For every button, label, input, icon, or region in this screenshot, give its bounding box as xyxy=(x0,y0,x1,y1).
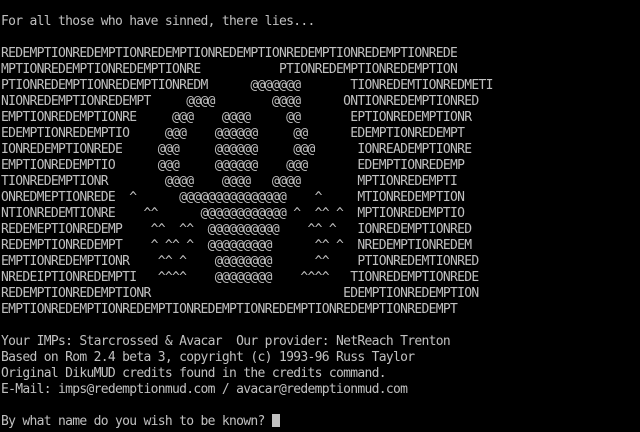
banner-line: IONREDEMPTIONREDE @@@ @@@@@@ @@@ IONREAD… xyxy=(1,142,472,157)
credits-line: Original DikuMUD credits found in the cr… xyxy=(1,366,387,381)
banner-line: NREDEIPTIONREDEMPTI ^^^^ @@@@@@@@ ^^^^ T… xyxy=(1,270,479,285)
intro-line: For all those who have sinned, there lie… xyxy=(1,14,315,29)
credits-line: E-Mail: imps@redemptionmud.com / avacar@… xyxy=(1,382,408,397)
banner-line: REDEMPTIONREDEMPTIONR EDEMPTIONREDEMPTIO… xyxy=(1,286,479,301)
banner-line: EMPTIONREDEMPTIO @@@ @@@@@@ @@@ EDEMPTIO… xyxy=(1,158,465,173)
banner-line: ONREDMEPTIONREDE ^ @@@@@@@@@@@@@@@ ^ MTI… xyxy=(1,190,465,205)
banner-line: NIONREDEMPTIONREDEMPT @@@@ @@@@ ONTIONRE… xyxy=(1,94,479,109)
banner-line: MPTIONREDEMPTIONREDEMPTIONRE PTIONREDEMP… xyxy=(1,62,458,77)
name-prompt[interactable]: By what name do you wish to be known? xyxy=(1,414,280,430)
banner-line: EDEMPTIONREDEMPTIO @@@ @@@@@@ @@ EDEMPTI… xyxy=(1,126,465,141)
credits-line: Based on Rom 2.4 beta 3, copyright (c) 1… xyxy=(1,350,415,365)
terminal-screen[interactable]: For all those who have sinned, there lie… xyxy=(0,0,640,432)
banner-line: EMPTIONREDEMPTIONRE @@@ @@@@ @@ EPTIONRE… xyxy=(1,110,472,125)
banner-line: REDEMPTIONREDEMPT ^ ^^ ^ @@@@@@@@@ ^^ ^ … xyxy=(1,238,472,253)
banner-line: TIONREDEMPTIONR @@@@ @@@@ @@@@ MPTIONRED… xyxy=(1,174,458,189)
banner-line: EMPTIONREDEMPTIONREDEMPTIONREDEMPTIONRED… xyxy=(1,302,458,317)
banner-line: NTIONREDEMTIONRE ^^ @@@@@@@@@@@@ ^ ^^ ^ … xyxy=(1,206,465,221)
banner-line: REDEMEPTIONREDEMP ^^ ^^ @@@@@@@@@@ ^^ ^ … xyxy=(1,222,472,237)
banner-line: PTIONREDEMPTIONREDEMPTIONREDM @@@@@@@ TI… xyxy=(1,78,493,93)
text-cursor xyxy=(271,414,280,427)
name-prompt-text: By what name do you wish to be known? xyxy=(1,414,265,429)
credits-line: Your IMPs: Starcrossed & Avacar Our prov… xyxy=(1,334,451,349)
banner-line: REDEMPTIONREDEMPTIONREDEMPTIONREDEMPTION… xyxy=(1,46,458,61)
banner-line: EMPTIONREDEMPTIONR ^^ ^ @@@@@@@@ ^^ PTIO… xyxy=(1,254,479,269)
